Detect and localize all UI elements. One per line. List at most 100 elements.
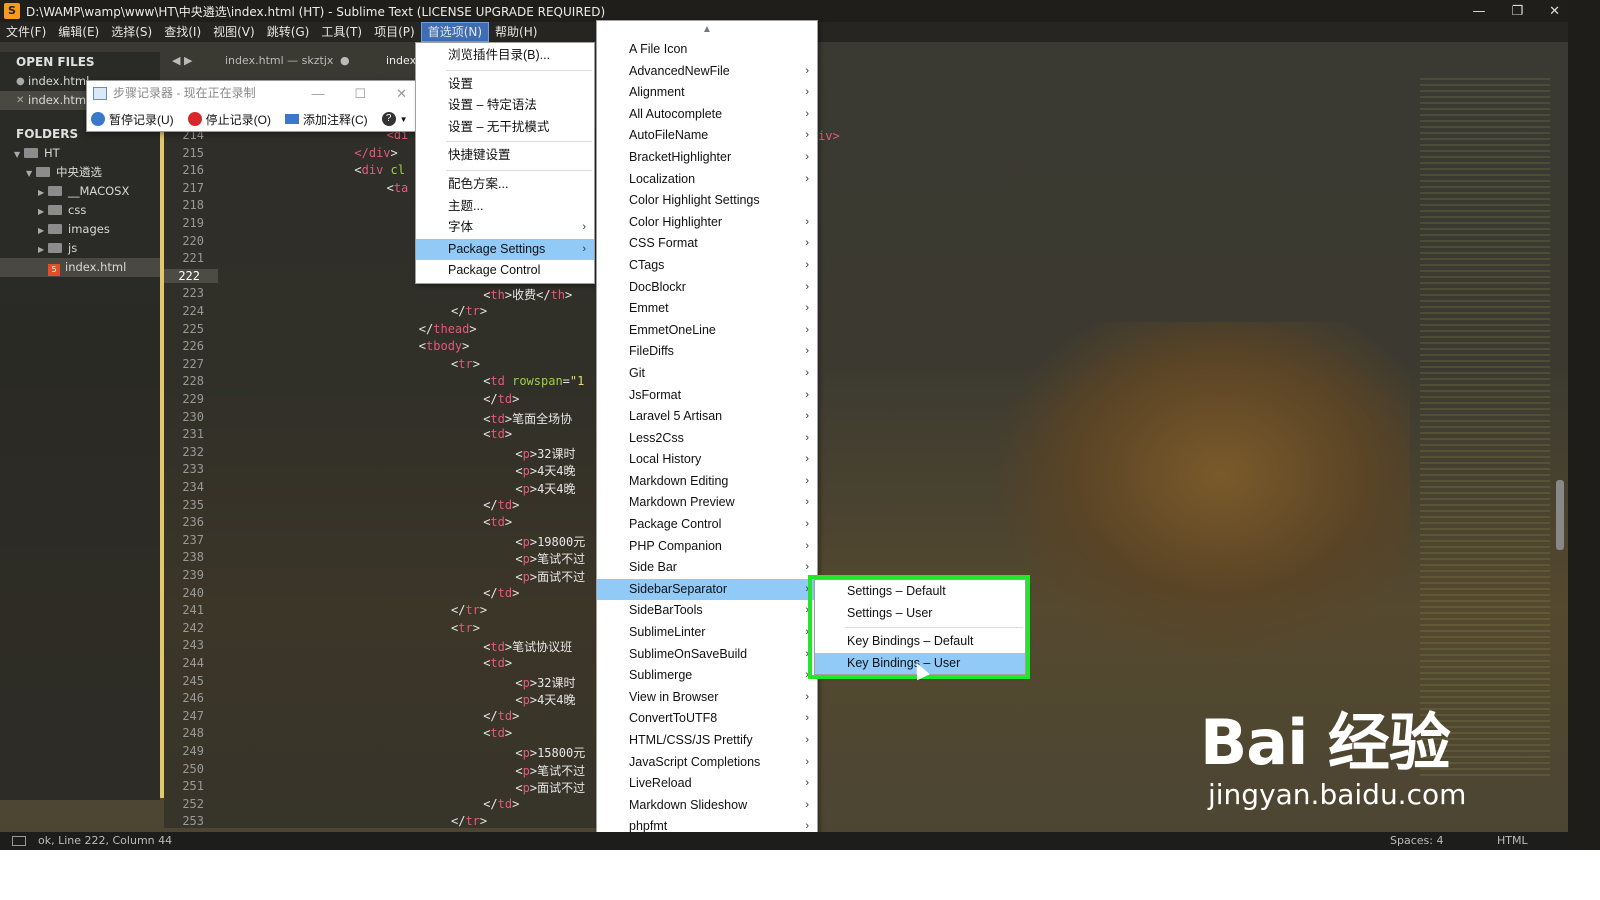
menu-option[interactable]: Color Highlight Settings — [597, 190, 817, 212]
tab-nav-left-icon[interactable]: ◀ — [172, 50, 180, 72]
menu-option[interactable]: All Autocomplete › — [597, 104, 817, 126]
chevron-right-icon[interactable]: ▶ — [38, 221, 48, 240]
scrollbar-track[interactable] — [1568, 0, 1600, 850]
sr-maximize-button[interactable]: ☐ — [354, 81, 366, 106]
menu-option[interactable]: Less2Css › — [597, 428, 817, 450]
menu-option[interactable]: SidebarSeparator › — [597, 578, 817, 601]
menu-item[interactable]: 工具(T) — [315, 22, 368, 42]
menu-item[interactable]: 跳转(G) — [261, 22, 316, 42]
menu-option[interactable]: Markdown Editing › — [597, 471, 817, 493]
menu-option[interactable]: View in Browser › — [597, 687, 817, 709]
stop-record-button[interactable]: 停止记录(O) — [187, 111, 271, 128]
menu-option[interactable]: Alignment › — [597, 82, 817, 104]
menu-option[interactable]: Color Highlighter › — [597, 212, 817, 234]
chevron-right-icon[interactable]: ▶ — [38, 183, 48, 202]
menu-option[interactable]: 配色方案... — [416, 174, 594, 196]
menu-option[interactable]: AdvancedNewFile › — [597, 61, 817, 83]
menu-option[interactable]: Laravel 5 Artisan › — [597, 406, 817, 428]
chevron-right-icon: › — [805, 410, 809, 423]
console-toggle-icon[interactable] — [12, 836, 26, 846]
menu-option[interactable]: Markdown Preview › — [597, 492, 817, 514]
menu-option[interactable]: Local History › — [597, 449, 817, 471]
minimap[interactable] — [1420, 78, 1550, 778]
scroll-up-icon[interactable]: ▲ — [597, 21, 817, 39]
menu-option[interactable]: 字体 › — [416, 217, 594, 239]
menu-option[interactable]: DocBlockr › — [597, 277, 817, 299]
menu-option[interactable]: Side Bar › — [597, 557, 817, 579]
menu-option[interactable]: JsFormat › — [597, 385, 817, 407]
close-button[interactable]: ✕ — [1549, 4, 1560, 19]
line-number: 227 — [182, 356, 204, 371]
chevron-right-icon[interactable]: ▶ — [38, 240, 48, 259]
tree-item[interactable]: ▶ __MACOSX — [0, 182, 160, 201]
wallpaper-rock — [990, 322, 1410, 662]
tab-index-skztjx[interactable]: index.html — skztjx — [225, 50, 333, 72]
chevron-down-icon[interactable]: ▼ — [14, 145, 24, 164]
line-number: 238 — [182, 550, 204, 565]
menu-option[interactable]: 快捷键设置 — [416, 145, 594, 167]
tree-item[interactable]: ▼ 中央遴选 — [0, 163, 160, 182]
menu-option[interactable]: CSS Format › — [597, 233, 817, 255]
menu-option[interactable]: AutoFileName › — [597, 125, 817, 147]
menu-option[interactable]: PHP Companion › — [597, 536, 817, 558]
chevron-right-icon: › — [582, 242, 586, 255]
chevron-right-icon: › — [805, 302, 809, 315]
help-button[interactable]: ? ▼ — [381, 112, 408, 126]
sr-close-button[interactable]: ✕ — [396, 81, 407, 106]
chevron-right-icon: › — [805, 777, 809, 790]
menu-item[interactable]: 文件(F) — [0, 22, 52, 42]
menu-item[interactable]: 帮助(H) — [489, 22, 543, 42]
menu-option[interactable]: JavaScript Completions › — [597, 752, 817, 774]
menu-option[interactable]: SublimeOnSaveBuild › — [597, 644, 817, 666]
menu-item[interactable]: 项目(P) — [368, 22, 421, 42]
chevron-down-icon[interactable]: ▼ — [26, 164, 36, 183]
chevron-right-icon[interactable]: ▶ — [38, 202, 48, 221]
menu-item[interactable]: 选择(S) — [105, 22, 158, 42]
menu-option[interactable]: 主题... — [416, 196, 594, 218]
menu-option[interactable]: A File Icon — [597, 39, 817, 61]
tree-item[interactable]: ▶ js — [0, 239, 160, 258]
menu-option[interactable]: Localization › — [597, 169, 817, 191]
close-file-icon[interactable]: ✕ — [16, 91, 24, 110]
menu-option[interactable]: BracketHighlighter › — [597, 147, 817, 169]
tree-item[interactable]: ▼ HT — [0, 144, 160, 163]
maximize-button[interactable]: ❐ — [1511, 4, 1523, 19]
add-comment-button[interactable]: 添加注释(C) — [285, 111, 368, 128]
menu-option[interactable]: LiveReload › — [597, 773, 817, 795]
menu-option[interactable]: 设置 — [416, 74, 594, 96]
tab-nav-right-icon[interactable]: ▶ — [184, 50, 192, 72]
minimize-button[interactable]: — — [1472, 4, 1485, 19]
menu-option[interactable]: Git › — [597, 363, 817, 385]
menu-option[interactable]: HTML/CSS/JS Prettify › — [597, 730, 817, 752]
menu-option[interactable]: Package Settings › — [416, 238, 594, 261]
sr-minimize-button[interactable]: — — [311, 81, 324, 106]
chevron-right-icon: › — [805, 712, 809, 725]
menu-option[interactable]: Markdown Slideshow › — [597, 795, 817, 817]
menu-option[interactable]: 浏览插件目录(B)... — [416, 45, 594, 67]
tree-item[interactable]: ▶ images — [0, 220, 160, 239]
line-number: 226 — [182, 339, 204, 354]
menu-item[interactable]: 编辑(E) — [52, 22, 105, 42]
menu-option[interactable]: SublimeLinter › — [597, 622, 817, 644]
menu-option[interactable]: EmmetOneLine › — [597, 320, 817, 342]
code-line: <div cl — [354, 163, 405, 178]
line-number: 241 — [182, 603, 204, 618]
menu-item[interactable]: 首选项(N) — [420, 22, 490, 42]
menu-item[interactable]: 视图(V) — [207, 22, 261, 42]
menu-option[interactable]: Sublimerge › — [597, 665, 817, 687]
tree-item[interactable]: 5 index.html — [0, 258, 160, 277]
menu-option[interactable]: SideBarTools › — [597, 600, 817, 622]
menu-option[interactable]: Package Control › — [597, 514, 817, 536]
tree-item[interactable]: ▶ css — [0, 201, 160, 220]
menu-option[interactable]: CTags › — [597, 255, 817, 277]
menu-item[interactable]: 查找(I) — [158, 22, 207, 42]
menu-option[interactable]: ConvertToUTF8 › — [597, 708, 817, 730]
menu-option[interactable]: Package Control — [416, 260, 594, 282]
menu-option[interactable]: 设置 – 特定语法 — [416, 95, 594, 117]
menu-option[interactable]: FileDiffs › — [597, 341, 817, 363]
folder-icon — [24, 148, 38, 158]
menu-option[interactable]: 设置 – 无干扰模式 — [416, 117, 594, 139]
scrollbar-thumb[interactable] — [1556, 480, 1564, 550]
menu-option[interactable]: Emmet › — [597, 298, 817, 320]
pause-record-button[interactable]: 暂停记录(U) — [91, 111, 174, 128]
